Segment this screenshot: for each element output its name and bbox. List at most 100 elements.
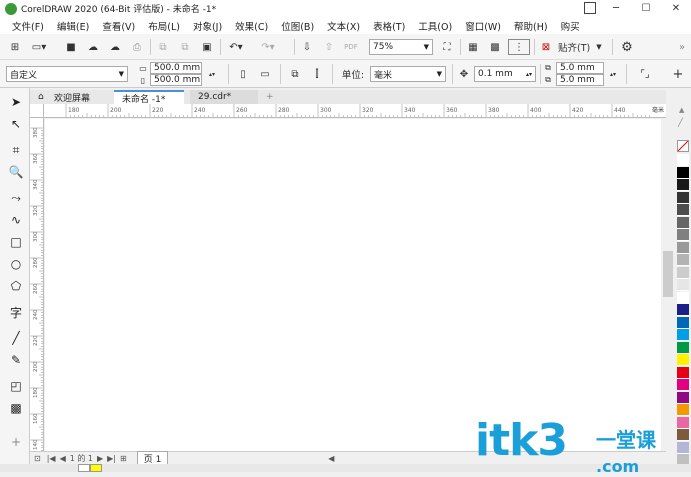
prev-page-icon[interactable]: ◀ bbox=[60, 454, 66, 463]
color-swatch[interactable] bbox=[677, 241, 689, 254]
zoom-select[interactable]: 75% ▼ bbox=[369, 39, 433, 55]
duplicate-stepper[interactable]: ▴▾ bbox=[606, 62, 620, 86]
nudge-distance-field[interactable]: 0.1 mm ▴▾ bbox=[474, 66, 536, 82]
interactive-fill-icon[interactable]: ▩ bbox=[4, 398, 28, 418]
minimize-button[interactable]: ─ bbox=[601, 0, 631, 17]
last-page-icon[interactable]: ▶| bbox=[107, 454, 116, 463]
menu-edit[interactable]: 编辑(E) bbox=[57, 19, 89, 33]
landscape-icon[interactable]: ▭ bbox=[256, 66, 274, 82]
menu-effects[interactable]: 效果(C) bbox=[235, 19, 268, 33]
duplicate-x-field[interactable]: 5.0 mm bbox=[556, 62, 604, 74]
menu-object[interactable]: 对象(J) bbox=[193, 19, 222, 33]
outline-indicator[interactable] bbox=[90, 464, 102, 472]
import-icon[interactable]: ⇩ bbox=[298, 39, 316, 55]
vertical-ruler[interactable]: 380 360 340 320 300 280 260 240 220 200 180 160 140 bbox=[30, 118, 44, 451]
color-swatch[interactable] bbox=[677, 416, 689, 429]
redo-icon[interactable]: ↷▾ bbox=[256, 39, 280, 55]
crop-tool-icon[interactable]: ⌗ bbox=[4, 140, 28, 160]
snap-off-icon[interactable]: ⊠ bbox=[538, 39, 554, 55]
copy-icon[interactable]: ⧉ bbox=[176, 39, 194, 55]
color-swatch[interactable] bbox=[677, 429, 689, 441]
new-tab-icon[interactable]: + bbox=[258, 90, 274, 104]
page-preset-select[interactable]: 自定义 ▼ bbox=[6, 66, 128, 82]
horizontal-ruler[interactable]: 180 200 220 240 260 280 300 320 340 360 380 400 420 4… bbox=[44, 104, 666, 118]
tab-untitled[interactable]: 未命名 -1* bbox=[114, 90, 184, 105]
color-swatch[interactable] bbox=[677, 154, 689, 166]
color-swatch[interactable] bbox=[677, 191, 689, 204]
menu-buy[interactable]: 购买 bbox=[561, 19, 580, 33]
bleed-frame-icon[interactable]: ⌜⌟ bbox=[636, 66, 654, 82]
pdf-export-icon[interactable]: PDF bbox=[342, 39, 360, 55]
color-swatch[interactable] bbox=[677, 379, 689, 391]
color-swatch[interactable] bbox=[677, 291, 689, 304]
color-swatch[interactable] bbox=[677, 304, 689, 316]
color-swatch[interactable] bbox=[677, 266, 689, 279]
page-width-field[interactable]: 500.0 mm bbox=[150, 62, 202, 74]
open-icon[interactable]: ▭▾ bbox=[28, 39, 50, 55]
color-swatch[interactable] bbox=[677, 279, 689, 291]
options-gear-icon[interactable]: ⚙ bbox=[618, 39, 636, 55]
color-swatch[interactable] bbox=[677, 254, 689, 266]
color-swatch[interactable] bbox=[677, 316, 689, 329]
rectangle-tool-icon[interactable]: □ bbox=[4, 232, 28, 252]
unit-select[interactable]: 毫米 ▼ bbox=[370, 66, 446, 82]
show-grid-icon[interactable]: ▩ bbox=[486, 39, 504, 55]
export-icon[interactable]: ⇧ bbox=[320, 39, 338, 55]
text-tool-icon[interactable]: 字 bbox=[4, 302, 28, 322]
polygon-tool-icon[interactable]: ⬠ bbox=[4, 276, 28, 296]
all-pages-icon[interactable]: ⧉ bbox=[286, 66, 304, 82]
show-rulers-icon[interactable]: ▦ bbox=[464, 39, 482, 55]
cloud-upload-icon[interactable]: ☁ bbox=[106, 39, 124, 55]
maximize-button[interactable]: ☐ bbox=[631, 0, 661, 17]
save-icon[interactable]: ■ bbox=[62, 39, 80, 55]
color-swatch[interactable] bbox=[677, 354, 689, 366]
menu-window[interactable]: 窗口(W) bbox=[465, 19, 501, 33]
menu-file[interactable]: 文件(F) bbox=[12, 19, 44, 33]
color-swatch[interactable] bbox=[677, 229, 689, 241]
page-height-field[interactable]: 500.0 mm bbox=[150, 74, 202, 86]
menu-view[interactable]: 查看(V) bbox=[102, 19, 135, 33]
connector-tool-icon[interactable]: ╱ bbox=[4, 328, 28, 348]
palette-dropper-icon[interactable]: ╱ bbox=[678, 118, 683, 127]
color-swatch[interactable] bbox=[677, 179, 689, 191]
portrait-icon[interactable]: ▯ bbox=[234, 66, 252, 82]
color-swatch[interactable] bbox=[677, 329, 689, 341]
menu-help[interactable]: 帮助(H) bbox=[514, 19, 548, 33]
ruler-origin[interactable] bbox=[30, 104, 44, 118]
menu-tools[interactable]: 工具(O) bbox=[418, 19, 452, 33]
color-swatch[interactable] bbox=[677, 441, 689, 454]
page-setup-icon[interactable]: ⊡ bbox=[34, 454, 41, 463]
close-button[interactable]: ✕ bbox=[661, 0, 691, 17]
color-swatch[interactable] bbox=[677, 391, 689, 404]
new-document-icon[interactable]: ⊞ bbox=[6, 39, 24, 55]
vertical-scrollbar[interactable] bbox=[661, 119, 675, 451]
artistic-media-icon[interactable]: ∿ bbox=[4, 210, 28, 230]
next-page-icon[interactable]: ▶ bbox=[97, 454, 103, 463]
color-swatch[interactable] bbox=[677, 341, 689, 354]
tab-welcome[interactable]: 欢迎屏幕 bbox=[46, 90, 114, 104]
user-account-icon[interactable] bbox=[584, 2, 596, 14]
color-swatch[interactable] bbox=[677, 404, 689, 416]
undo-icon[interactable]: ↶▾ bbox=[224, 39, 248, 55]
palette-scroll-up-icon[interactable]: ▲ bbox=[679, 106, 684, 114]
menu-text[interactable]: 文本(X) bbox=[327, 19, 360, 33]
color-swatch[interactable] bbox=[677, 204, 689, 216]
pick-tool-icon[interactable]: ➤ bbox=[4, 92, 28, 112]
color-swatch[interactable] bbox=[677, 366, 689, 379]
show-guidelines-icon[interactable]: ⋮ bbox=[508, 39, 530, 55]
shape-tool-icon[interactable]: ↖ bbox=[4, 114, 28, 134]
transparency-tool-icon[interactable]: ◰ bbox=[4, 376, 28, 396]
cut-icon[interactable]: ⧉ bbox=[154, 39, 172, 55]
ellipse-tool-icon[interactable]: ○ bbox=[4, 254, 28, 274]
cloud-download-icon[interactable]: ☁ bbox=[84, 39, 102, 55]
tab-29-cdr[interactable]: 29.cdr* bbox=[190, 90, 258, 104]
add-page-icon[interactable]: ⊞ bbox=[120, 454, 127, 463]
current-page-icon[interactable]: ⫿ bbox=[308, 66, 326, 82]
paste-icon[interactable]: ▣ bbox=[198, 39, 216, 55]
duplicate-y-field[interactable]: 5.0 mm bbox=[556, 74, 604, 86]
freehand-tool-icon[interactable]: ⤳ bbox=[4, 188, 28, 208]
color-swatch[interactable] bbox=[677, 166, 689, 179]
size-stepper[interactable]: ▴▾ bbox=[203, 62, 221, 86]
full-screen-icon[interactable]: ⛶ bbox=[438, 39, 456, 55]
drawing-canvas[interactable] bbox=[45, 119, 661, 451]
